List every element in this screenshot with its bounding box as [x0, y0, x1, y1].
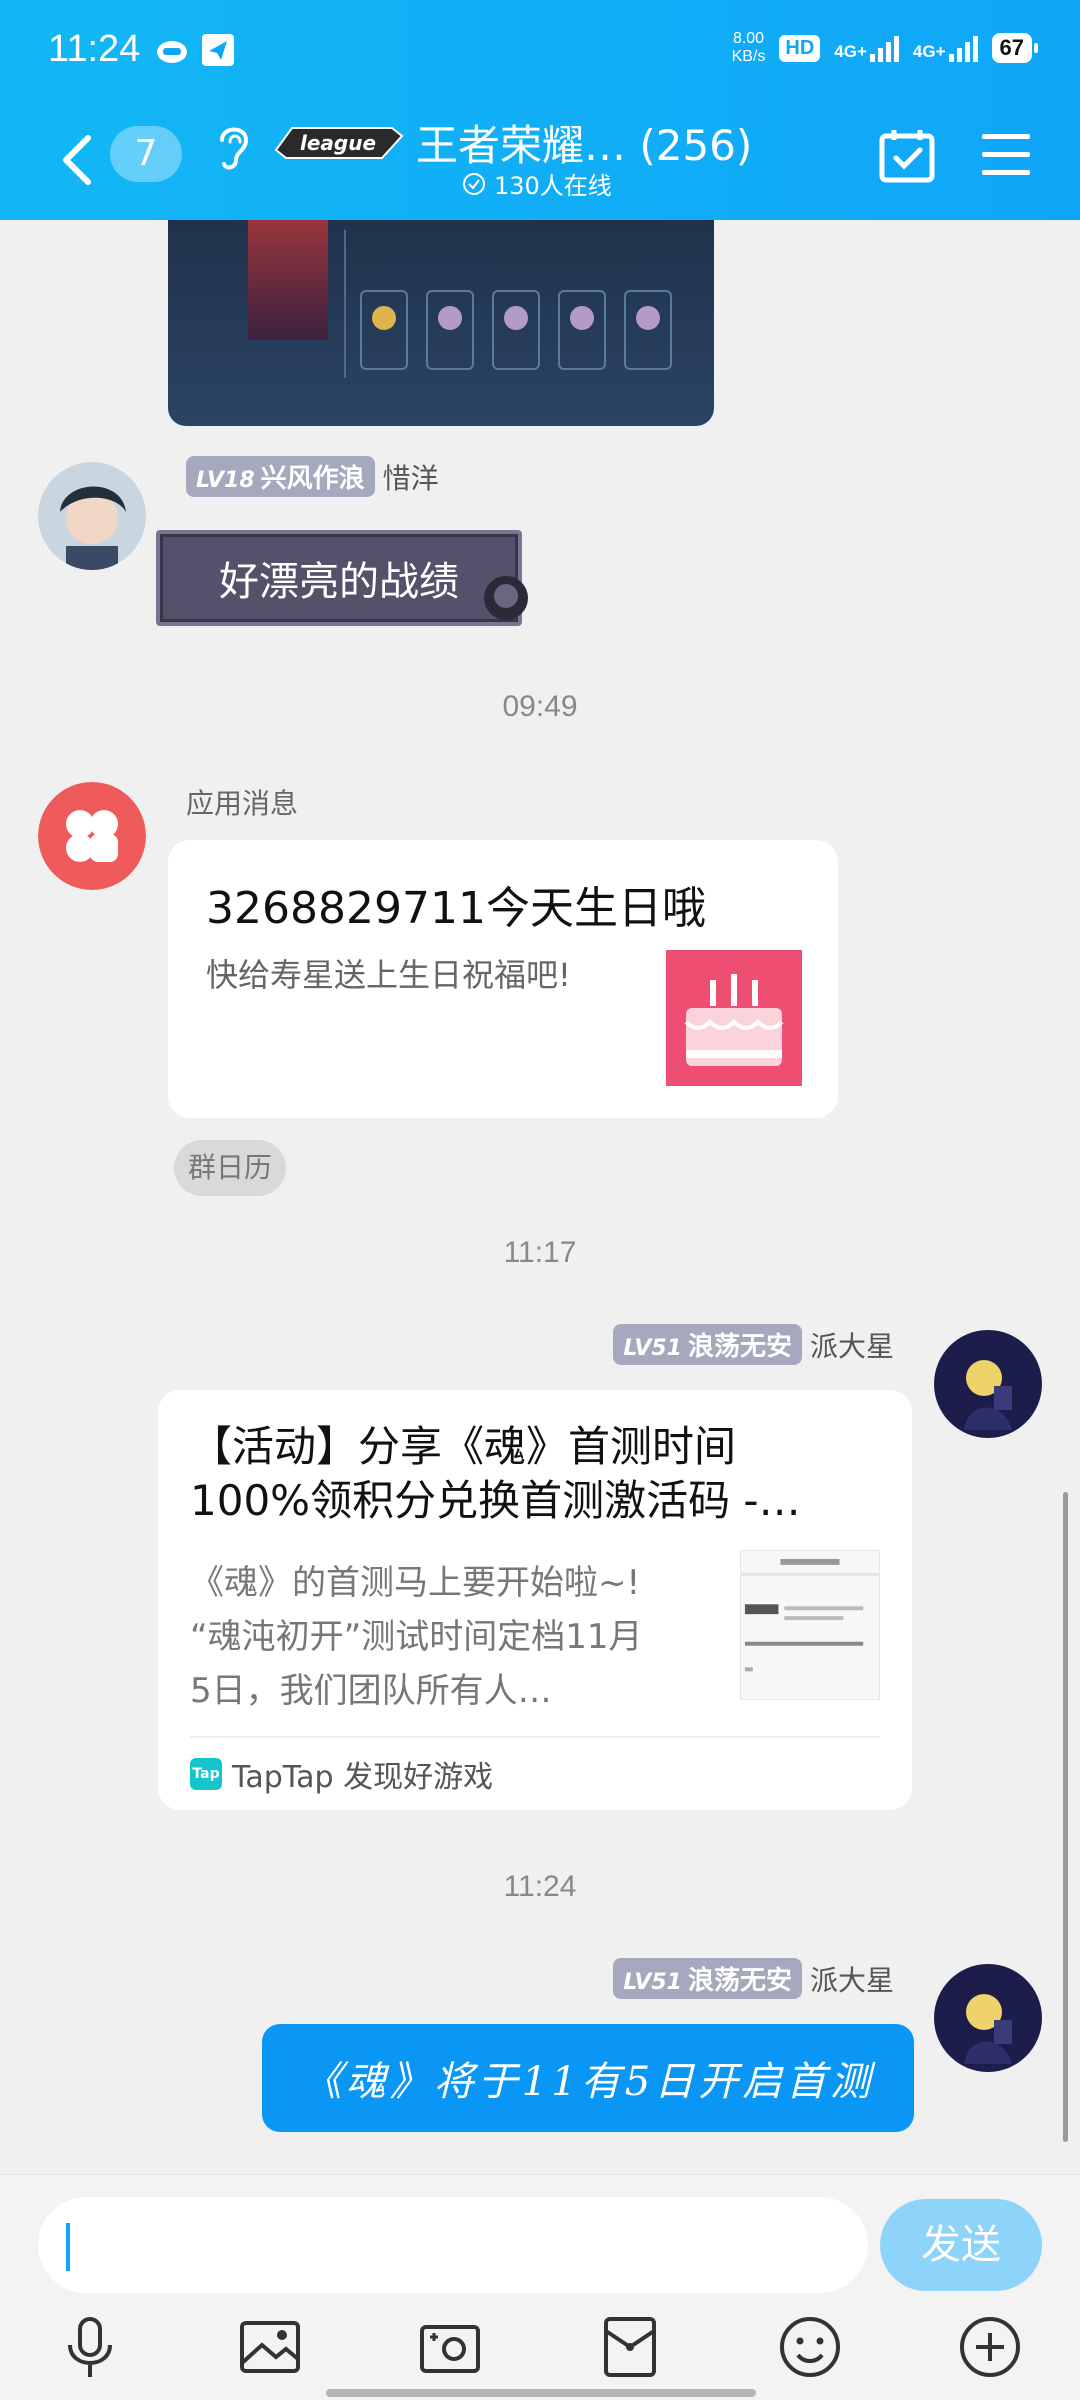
check-circle-icon	[463, 172, 485, 195]
group-title-wrap[interactable]: league 王者荣耀… (256)	[272, 112, 792, 172]
link-description: 《魂》的首测马上要开始啦~! “魂沌初开”测试时间定档11月 5日，我们团队所有…	[190, 1563, 643, 1711]
app-notification-icon	[157, 41, 187, 63]
birthday-body: 快给寿星送上生日祝福吧!	[206, 956, 571, 994]
signal-bars-icon	[869, 34, 899, 62]
online-count: 130人在线	[462, 166, 612, 201]
cake-icon	[666, 950, 802, 1086]
sender-name[interactable]: 惜洋	[383, 457, 439, 497]
app-clover-icon	[38, 782, 146, 890]
calendar-check-icon[interactable]	[878, 126, 936, 184]
self-avatar[interactable]	[934, 1330, 1042, 1438]
chat-header: 7 league 王者荣耀… (256) 130人在线	[0, 104, 1080, 220]
microphone-icon[interactable]	[56, 2313, 124, 2381]
self-avatar[interactable]	[934, 1964, 1042, 2072]
sender-meta: LV51 浪荡无安 派大星	[613, 1324, 894, 1365]
ear-icon[interactable]	[212, 120, 256, 176]
top-bar: 11:24 8.00 KB/s HD 4G+ 4G+ 67 7 league 王…	[0, 0, 1080, 220]
emoji-icon[interactable]	[776, 2313, 844, 2381]
group-calendar-tag[interactable]: 群日历	[174, 1140, 287, 1196]
level-badge: LV51 浪荡无安	[613, 1958, 802, 1999]
link-card[interactable]: 【活动】分享《魂》首测时间 100%领积分兑换首测激活码 -… 《魂》的首测马上…	[158, 1390, 912, 1810]
chat-message-list[interactable]: LV18 兴风作浪 惜洋 好漂亮的战绩 09:49 应用消息 3268829711…	[0, 220, 1080, 2174]
signal-sim2: 4G+	[913, 34, 978, 62]
svg-text:league: league	[300, 131, 376, 155]
plus-icon[interactable]	[956, 2313, 1024, 2381]
red-packet-icon[interactable]	[596, 2313, 664, 2381]
app-sender-name: 应用消息	[186, 787, 299, 820]
sender-meta: LV18 兴风作浪 惜洋	[186, 456, 439, 497]
stat-icon	[624, 290, 672, 370]
home-indicator[interactable]	[326, 2389, 756, 2397]
stat-icon	[558, 290, 606, 370]
birthday-title: 3268829711今天生日哦	[206, 883, 706, 934]
message-text: 好漂亮的战绩	[156, 530, 522, 626]
message-bubble[interactable]: 好漂亮的战绩	[156, 522, 528, 634]
menu-icon[interactable]	[980, 130, 1032, 178]
sender-name[interactable]: 派大星	[810, 1325, 894, 1365]
anime-avatar-image	[38, 462, 146, 570]
signal-sim1: 4G+	[834, 34, 899, 62]
stat-icon	[360, 290, 408, 370]
app-avatar[interactable]	[38, 782, 146, 890]
timestamp: 09:49	[502, 690, 578, 723]
level-badge: LV18 兴风作浪	[186, 456, 375, 497]
timestamp: 11:17	[503, 1236, 577, 1269]
toolbar	[0, 2313, 1080, 2383]
link-source: Tap TapTap 发现好游戏	[190, 1752, 493, 1796]
status-bar: 11:24 8.00 KB/s HD 4G+ 4G+ 67	[0, 0, 1080, 104]
self-avatar-image	[934, 1330, 1042, 1438]
stat-icon	[426, 290, 474, 370]
taptap-logo-icon: Tap	[190, 1758, 222, 1790]
input-bar: 发送	[0, 2174, 1080, 2400]
text-caret	[66, 2223, 70, 2271]
status-right: 8.00 KB/s HD 4G+ 4G+ 67	[731, 30, 1039, 66]
stat-icon	[492, 290, 540, 370]
back-arrow-icon[interactable]	[50, 130, 110, 190]
self-avatar-image	[934, 1964, 1042, 2072]
status-time: 11:24	[48, 28, 141, 70]
avatar[interactable]	[38, 462, 146, 570]
bubble-decoration-icon	[484, 576, 528, 620]
scrollbar[interactable]	[1063, 1492, 1068, 2142]
hd-badge: HD	[779, 34, 821, 62]
game-stats-panel	[344, 230, 694, 378]
game-hero-thumbnail	[248, 220, 328, 340]
image-message[interactable]	[168, 220, 714, 426]
timestamp: 11:24	[503, 1870, 577, 1903]
divider	[190, 1736, 880, 1738]
send-notification-icon	[202, 34, 234, 66]
birthday-card[interactable]: 3268829711今天生日哦 快给寿星送上生日祝福吧!	[168, 840, 838, 1118]
link-thumbnail	[740, 1550, 880, 1700]
message-bubble[interactable]: 《魂》将于11有5日开启首测	[262, 2024, 914, 2132]
sender-meta: LV51 浪荡无安 派大星	[613, 1958, 894, 1999]
image-icon[interactable]	[236, 2313, 304, 2381]
message-input[interactable]	[38, 2197, 868, 2293]
send-button[interactable]: 发送	[880, 2199, 1042, 2291]
group-logo: league	[274, 127, 404, 159]
unread-count-badge[interactable]: 7	[110, 126, 182, 182]
sender-name[interactable]: 派大星	[810, 1959, 894, 1999]
battery-indicator: 67	[991, 33, 1039, 63]
link-title: 【活动】分享《魂》首测时间 100%领积分兑换首测激活码 -…	[190, 1422, 801, 1525]
level-badge: LV51 浪荡无安	[613, 1324, 802, 1365]
group-title: 王者荣耀… (256)	[416, 120, 753, 170]
camera-icon[interactable]	[416, 2313, 484, 2381]
network-speed: 8.00 KB/s	[731, 30, 766, 65]
signal-bars-icon	[948, 34, 978, 62]
